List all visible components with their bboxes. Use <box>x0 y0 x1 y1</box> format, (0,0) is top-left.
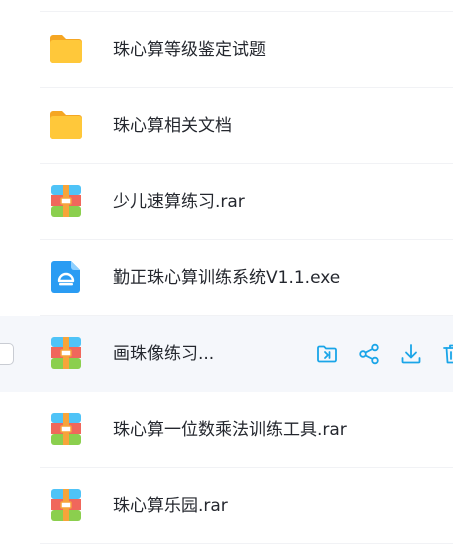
download-icon[interactable] <box>400 343 422 365</box>
list-item[interactable] <box>40 0 453 12</box>
file-name[interactable]: 少儿速算练习.rar <box>113 164 245 240</box>
list-item[interactable]: 画珠像练习... <box>0 316 453 392</box>
file-name[interactable]: 珠心算乐园.rar <box>113 468 228 544</box>
select-checkbox[interactable] <box>0 343 14 365</box>
move-to-folder-icon[interactable] <box>316 343 338 365</box>
list-item[interactable]: 珠心算乐园.rar <box>40 468 453 544</box>
file-name[interactable]: 珠心算相关文档 <box>113 88 232 164</box>
file-list: 珠心算等级鉴定试题 珠心算相关文档 少儿速算练习.rar 勤正珠心算训练系统V1… <box>0 0 453 555</box>
exe-icon <box>48 259 84 295</box>
share-icon[interactable] <box>358 343 380 365</box>
archive-icon <box>48 183 84 219</box>
list-item[interactable]: 少儿速算练习.rar <box>40 164 453 240</box>
file-name[interactable]: 勤正珠心算训练系统V1.1.exe <box>113 240 340 316</box>
archive-icon <box>48 487 84 523</box>
list-item[interactable]: 珠心算等级鉴定试题 <box>40 12 453 88</box>
list-item[interactable]: 珠心算相关文档 <box>40 88 453 164</box>
folder-icon <box>48 107 84 143</box>
archive-icon <box>48 335 84 371</box>
file-name[interactable]: 珠心算等级鉴定试题 <box>113 12 266 88</box>
folder-icon <box>48 31 84 67</box>
file-name[interactable]: 珠心算一位数乘法训练工具.rar <box>113 392 347 468</box>
list-item[interactable]: 勤正珠心算训练系统V1.1.exe <box>40 240 453 316</box>
delete-icon[interactable] <box>442 343 453 365</box>
archive-icon <box>48 411 84 447</box>
file-name[interactable]: 画珠像练习... <box>113 316 214 392</box>
list-item[interactable]: 珠心算一位数乘法训练工具.rar <box>40 392 453 468</box>
